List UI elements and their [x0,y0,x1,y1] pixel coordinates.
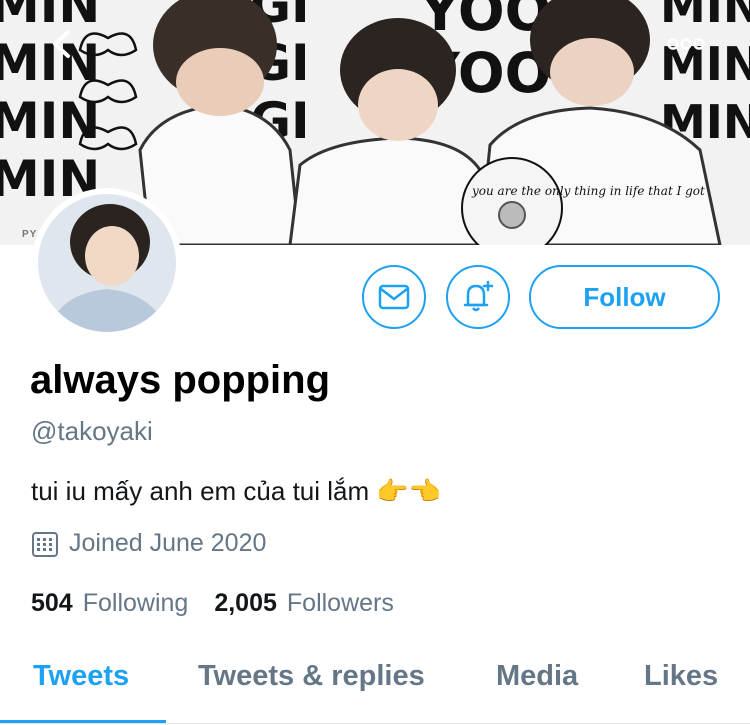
handle: @takoyaki [31,416,153,446]
ellipsis-icon [667,38,705,50]
message-button[interactable] [362,265,426,329]
follow-button[interactable]: Follow [529,265,720,329]
back-button[interactable] [40,22,84,66]
joined-date: Joined June 2020 [31,529,266,558]
tabs-divider [0,723,750,724]
notifications-button[interactable] [446,265,510,329]
tab-media[interactable]: Media [496,660,578,693]
cd-text: you are the only thing in life that I go… [471,184,705,198]
tab-likes[interactable]: Likes [644,660,718,693]
following-label: Following [82,589,189,617]
profile-tabs: Tweets Tweets & replies Media Likes [0,642,750,725]
following-link[interactable]: 504 Following [31,589,188,618]
avatar-image [38,194,176,332]
bio: tui iu mấy anh em của tui lắm 👉👈 [31,476,442,506]
joined-label: Joined June 2020 [69,529,267,557]
chevron-left-icon [53,30,70,58]
profile-stats: 504 Following 2,005 Followers [31,589,420,618]
more-options-button[interactable] [664,22,708,66]
tab-tweets-and-replies[interactable]: Tweets & replies [198,660,425,693]
followers-count: 2,005 [214,589,277,617]
display-name: always popping [30,358,331,402]
avatar[interactable] [32,188,182,338]
followers-label: Followers [286,589,394,617]
bell-plus-icon [463,280,494,312]
followers-link[interactable]: 2,005 Followers [214,589,394,618]
tab-tweets[interactable]: Tweets [33,660,129,693]
following-count: 504 [31,589,73,617]
calendar-icon [31,530,59,558]
envelope-icon [378,284,410,310]
